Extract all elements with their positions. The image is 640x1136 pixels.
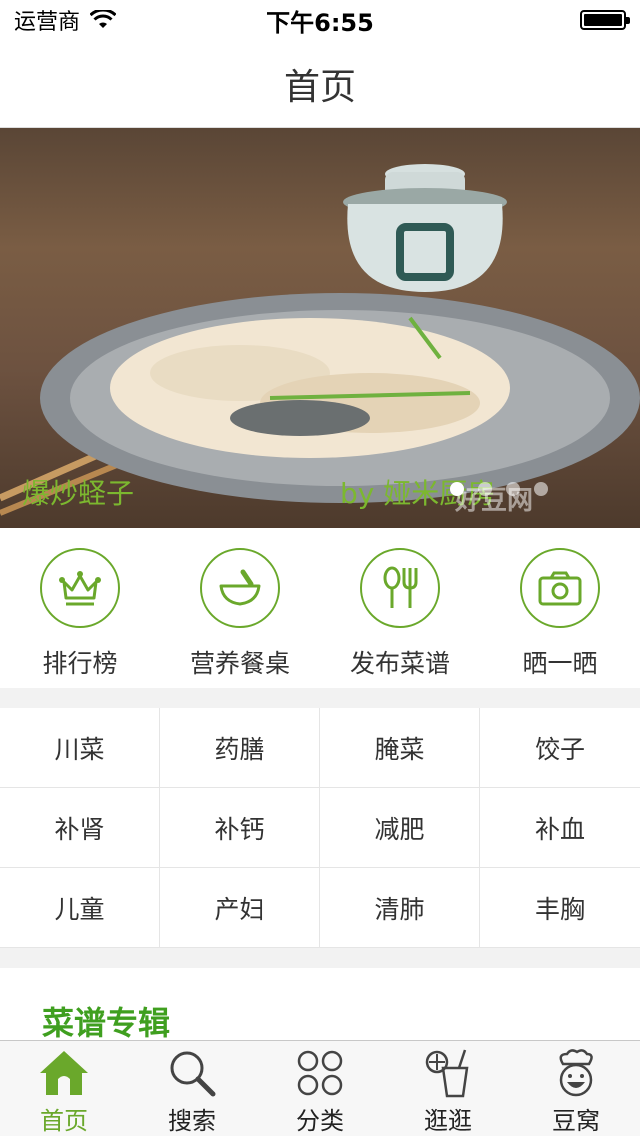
category-grid: 川菜 药膳 腌菜 饺子 补肾 补钙 减肥 补血 儿童 产妇 清肺 丰胸 xyxy=(0,708,640,948)
category-item[interactable]: 减肥 xyxy=(320,788,480,868)
wifi-icon xyxy=(90,10,117,28)
carousel-dot[interactable] xyxy=(506,482,520,496)
utensils-icon xyxy=(360,548,440,628)
carousel-dot[interactable] xyxy=(478,482,492,496)
category-item[interactable]: 药膳 xyxy=(160,708,320,788)
carousel-dot[interactable] xyxy=(450,482,464,496)
chef-icon xyxy=(548,1047,604,1099)
category-item[interactable]: 川菜 xyxy=(0,708,160,788)
tab-nest[interactable]: 豆窝 xyxy=(512,1041,640,1136)
battery-icon xyxy=(580,10,630,30)
tab-home[interactable]: 首页 xyxy=(0,1041,128,1136)
category-item[interactable]: 丰胸 xyxy=(480,868,640,948)
category-item[interactable]: 补钙 xyxy=(160,788,320,868)
feature-label: 排行榜 xyxy=(42,649,118,678)
feature-nutrition[interactable]: 营养餐桌 xyxy=(160,528,320,688)
feature-ranking[interactable]: 排行榜 xyxy=(0,528,160,688)
section-title: 菜谱专辑 xyxy=(42,1004,171,1042)
grid-icon xyxy=(292,1047,348,1099)
carrier-label: 运营商 xyxy=(14,10,81,35)
feature-label: 发布菜谱 xyxy=(349,649,450,678)
home-icon xyxy=(36,1047,92,1099)
tab-bar: 首页 搜索 分类 逛逛 豆窝 xyxy=(0,1040,640,1136)
category-item[interactable]: 饺子 xyxy=(480,708,640,788)
category-item[interactable]: 产妇 xyxy=(160,868,320,948)
banner-carousel[interactable]: 爆炒蛏子 by 娅米厨房 好豆网 xyxy=(0,128,640,528)
tab-label: 首页 xyxy=(40,1107,88,1135)
status-bar: 运营商 下午6:55 xyxy=(0,0,640,40)
camera-icon xyxy=(520,548,600,628)
tab-label: 豆窝 xyxy=(552,1107,600,1135)
feature-share-photo[interactable]: 晒一晒 xyxy=(480,528,640,688)
crown-icon xyxy=(40,548,120,628)
category-item[interactable]: 腌菜 xyxy=(320,708,480,788)
feature-row: 排行榜 营养餐桌 发布菜谱 晒一晒 xyxy=(0,528,640,688)
mortar-icon xyxy=(200,548,280,628)
category-item[interactable]: 补肾 xyxy=(0,788,160,868)
page-title: 首页 xyxy=(283,66,356,108)
tab-browse[interactable]: 逛逛 xyxy=(384,1041,512,1136)
tab-categories[interactable]: 分类 xyxy=(256,1041,384,1136)
tab-search[interactable]: 搜索 xyxy=(128,1041,256,1136)
banner-caption: 爆炒蛏子 xyxy=(22,477,135,510)
carousel-page-indicator[interactable] xyxy=(450,482,548,496)
carousel-dot[interactable] xyxy=(534,482,548,496)
feature-publish-recipe[interactable]: 发布菜谱 xyxy=(320,528,480,688)
drink-icon xyxy=(420,1047,476,1099)
recipe-album-section: 菜谱专辑 xyxy=(0,968,640,1042)
feature-label: 晒一晒 xyxy=(522,649,598,678)
feature-label: 营养餐桌 xyxy=(189,649,290,678)
search-icon xyxy=(164,1047,220,1099)
tab-label: 搜索 xyxy=(168,1107,216,1135)
navigation-bar: 首页 xyxy=(0,40,640,128)
status-left: 运营商 xyxy=(14,4,580,36)
tab-label: 分类 xyxy=(296,1107,344,1135)
category-item[interactable]: 清肺 xyxy=(320,868,480,948)
category-item[interactable]: 补血 xyxy=(480,788,640,868)
category-item[interactable]: 儿童 xyxy=(0,868,160,948)
tab-label: 逛逛 xyxy=(424,1107,472,1135)
